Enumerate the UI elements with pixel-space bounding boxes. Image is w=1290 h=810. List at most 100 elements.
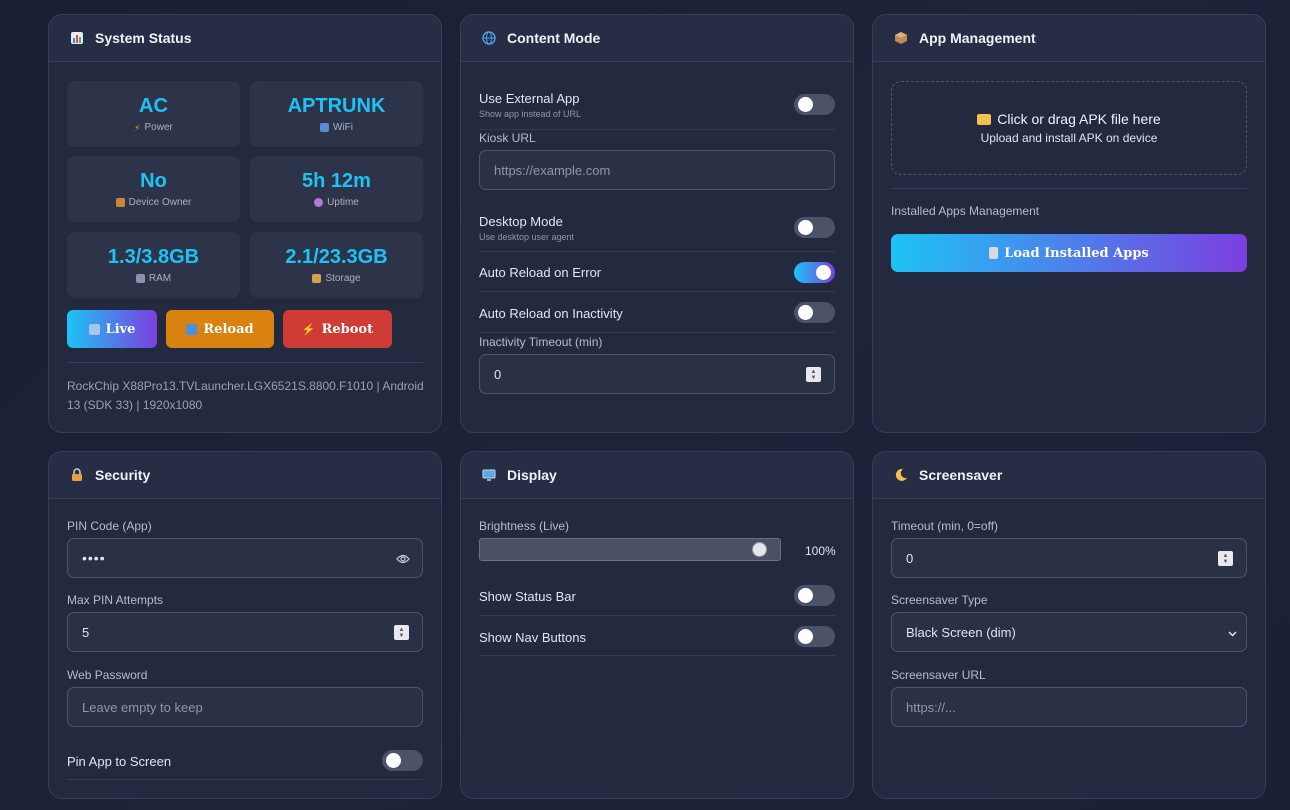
screensaver-title: Screensaver [919, 467, 1003, 483]
kiosk-url-input[interactable]: https://example.com [479, 150, 835, 190]
live-button[interactable]: Live [67, 310, 157, 348]
pin-code-input[interactable]: •••• [67, 538, 423, 578]
chevron-down-icon [1228, 626, 1237, 637]
refresh-icon [186, 323, 198, 335]
desktop-mode-toggle[interactable] [794, 217, 835, 238]
brightness-slider-thumb[interactable] [752, 542, 767, 557]
app-management-card: App Management Click or drag APK file he… [872, 14, 1266, 433]
max-pin-attempts-input[interactable]: 5 ▲ ▼ [67, 612, 423, 652]
stepper-icon[interactable]: ▲ ▼ [1218, 551, 1233, 566]
folder-icon [312, 274, 322, 283]
live-button-label: Live [105, 321, 136, 337]
moon-icon [893, 467, 909, 483]
stepper-icon[interactable]: ▲ ▼ [394, 625, 409, 640]
device-info: RockChip X88Pro13.TVLauncher.LGX6521S.88… [67, 379, 424, 412]
show-nav-buttons-toggle[interactable] [794, 626, 835, 647]
divider [67, 362, 423, 363]
monitor-icon [481, 467, 497, 483]
show-status-bar-label: Show Status Bar [479, 589, 576, 604]
brightness-slider[interactable] [479, 538, 781, 561]
reload-button-label: Reload [203, 321, 254, 337]
installed-apps-label: Installed Apps Management [891, 204, 1040, 218]
show-status-bar-toggle[interactable] [794, 585, 835, 606]
ram-label: RAM [148, 273, 172, 284]
use-external-app-toggle[interactable] [794, 94, 835, 115]
timeout-input[interactable]: 0 ▲ ▼ [891, 538, 1247, 578]
auto-reload-error-toggle[interactable] [794, 262, 835, 283]
inactivity-timeout-input[interactable]: 0 ▲ ▼ [479, 354, 835, 394]
brightness-value: 100% [805, 544, 836, 558]
device-owner-label: Device Owner [128, 197, 192, 208]
kiosk-url-label: Kiosk URL [479, 131, 536, 145]
use-external-app-label: Use External App [479, 91, 580, 106]
system-status-header: System Status [49, 15, 441, 62]
eye-icon[interactable] [396, 552, 410, 568]
content-mode-card: Content Mode Use External App Show app i… [460, 14, 854, 433]
screensaver-type-select[interactable]: Black Screen (dim) [891, 612, 1247, 652]
load-installed-apps-button[interactable]: Load Installed Apps [891, 234, 1247, 272]
pin-code-value: •••• [82, 550, 106, 566]
screensaver-url-input[interactable]: https://... [891, 687, 1247, 727]
web-password-input[interactable]: Leave empty to keep [67, 687, 423, 727]
timeout-value: 0 [906, 550, 914, 566]
security-header: Security [49, 452, 441, 499]
max-pin-attempts-label: Max PIN Attempts [67, 593, 164, 607]
storage-label: Storage [325, 273, 361, 284]
monitor-icon [88, 323, 100, 335]
system-status-card: System Status AC ⚡ Power APTRUNK WiFi No … [48, 14, 442, 433]
pin-app-label: Pin App to Screen [67, 754, 172, 769]
security-title: Security [95, 467, 151, 483]
package-icon [893, 30, 909, 46]
wifi-icon [320, 123, 329, 132]
screensaver-type-value: Black Screen (dim) [906, 624, 1016, 640]
wifi-label: WiFi [333, 122, 353, 133]
power-tile: AC ⚡ Power [67, 81, 240, 147]
reboot-button[interactable]: ⚡ Reboot [283, 310, 392, 348]
reload-button[interactable]: Reload [166, 310, 274, 348]
device-owner-tile: No Device Owner [67, 156, 240, 222]
lock-icon [115, 198, 125, 207]
max-pin-attempts-value: 5 [82, 624, 90, 640]
inactivity-timeout-label: Inactivity Timeout (min) [479, 335, 603, 349]
ram-tile: 1.3/3.8GB RAM [67, 232, 240, 298]
display-card: Display Brightness (Live) 100% Show Stat… [460, 451, 854, 799]
content-mode-title: Content Mode [507, 30, 601, 46]
dropzone-subtitle: Upload and install APK on device [980, 131, 1158, 145]
lock-icon [69, 467, 85, 483]
desktop-mode-label: Desktop Mode [479, 214, 563, 229]
screensaver-type-label: Screensaver Type [891, 593, 988, 607]
inactivity-timeout-value: 0 [494, 366, 502, 382]
ram-value: 1.3/3.8GB [107, 246, 200, 268]
uptime-label: Uptime [327, 197, 359, 208]
chart-icon [69, 30, 85, 46]
app-management-header: App Management [873, 15, 1265, 62]
load-installed-apps-label: Load Installed Apps [1004, 245, 1149, 261]
bolt-icon: ⚡ [134, 123, 141, 133]
clipboard-icon [989, 247, 999, 259]
show-nav-buttons-label: Show Nav Buttons [479, 630, 586, 645]
system-status-title: System Status [95, 30, 192, 46]
wifi-value: APTRUNK [287, 95, 386, 117]
auto-reload-error-label: Auto Reload on Error [479, 265, 602, 280]
folder-icon [977, 113, 992, 125]
stepper-icon[interactable]: ▲ ▼ [806, 367, 821, 382]
power-value: AC [139, 95, 168, 117]
storage-value: 2.1/23.3GB [285, 246, 388, 268]
security-card: Security PIN Code (App) •••• Max PIN Att… [48, 451, 442, 799]
web-password-label: Web Password [67, 668, 148, 682]
auto-reload-inactivity-label: Auto Reload on Inactivity [479, 306, 623, 321]
apk-dropzone[interactable]: Click or drag APK file here Upload and i… [891, 81, 1247, 175]
uptime-tile: 5h 12m Uptime [250, 156, 423, 222]
timeout-label: Timeout (min, 0=off) [891, 519, 999, 533]
power-label: Power [144, 122, 173, 133]
screensaver-url-label: Screensaver URL [891, 668, 986, 682]
memory-icon [135, 274, 145, 283]
bolt-icon: ⚡ [301, 322, 316, 336]
app-management-title: App Management [919, 30, 1036, 46]
auto-reload-inactivity-toggle[interactable] [794, 302, 835, 323]
pin-app-toggle[interactable] [382, 750, 423, 771]
globe-icon [481, 30, 497, 46]
brightness-label: Brightness (Live) [479, 519, 570, 533]
desktop-mode-sub: Use desktop user agent [479, 232, 575, 242]
use-external-app-sub: Show app instead of URL [479, 109, 582, 119]
